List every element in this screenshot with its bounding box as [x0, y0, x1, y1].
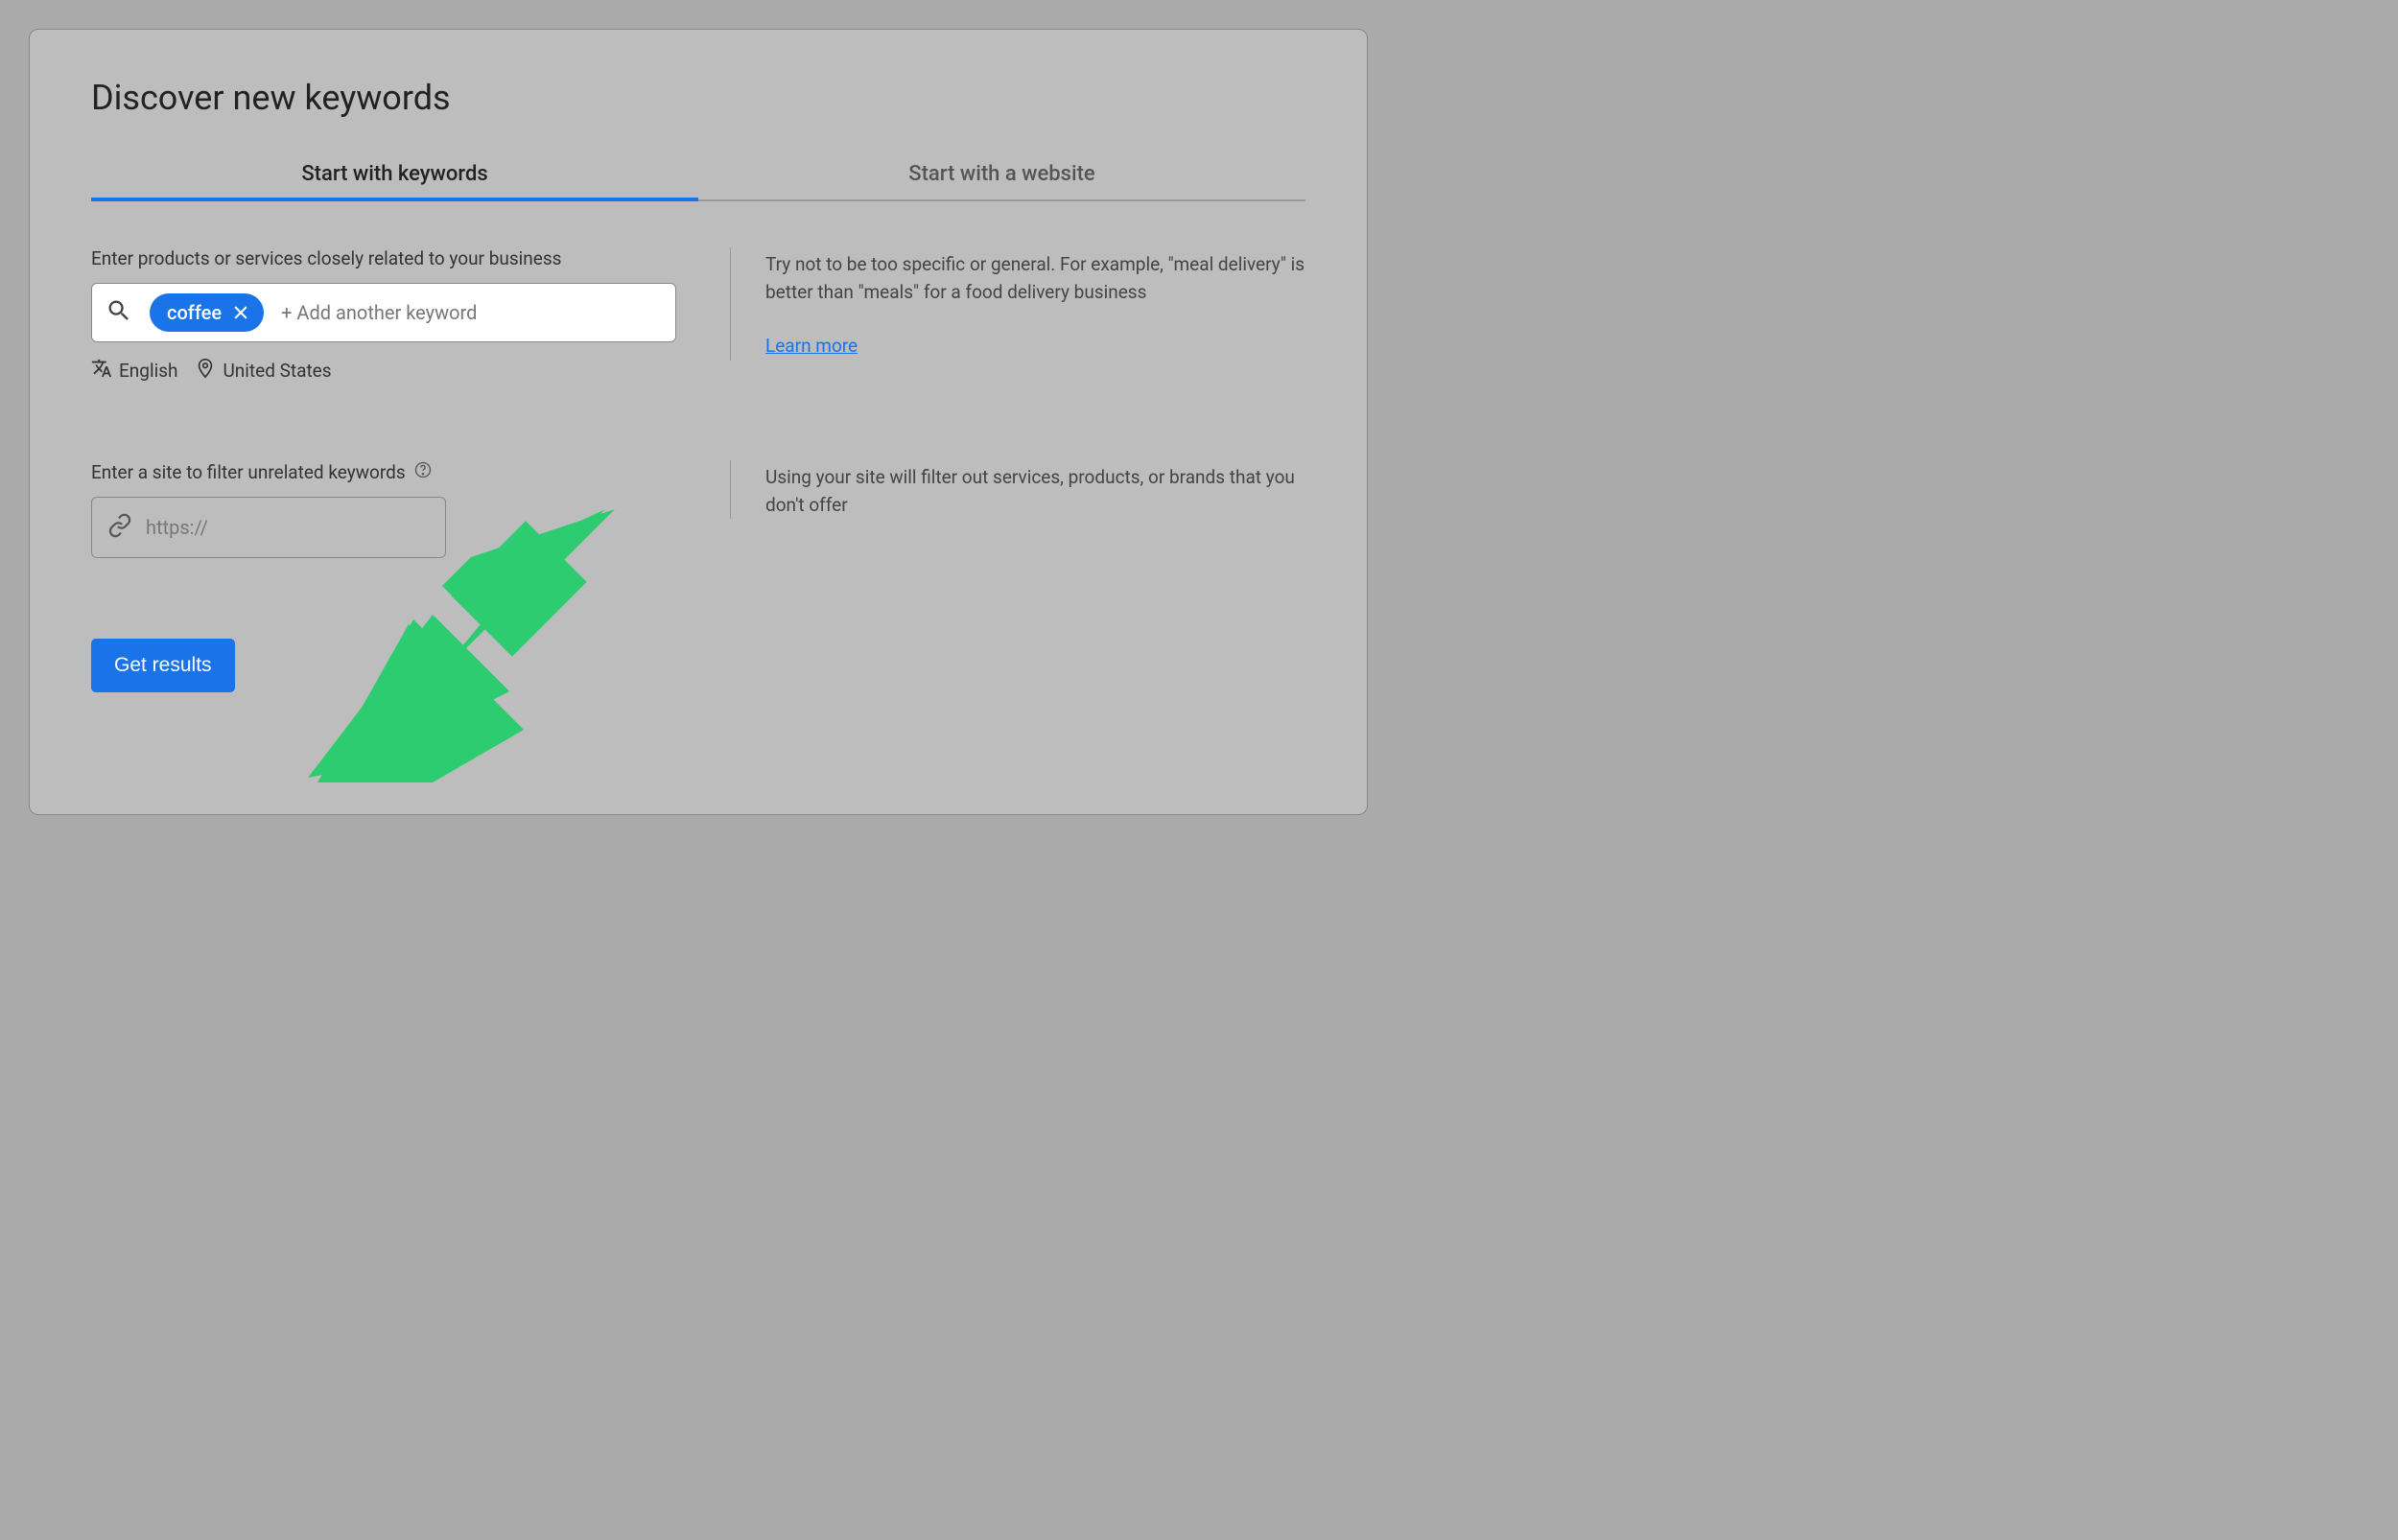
location-label: United States [223, 360, 331, 382]
site-row: Enter a site to filter unrelated keyword… [91, 460, 1305, 558]
link-icon [107, 513, 132, 542]
language-selector[interactable]: English [91, 358, 177, 384]
keyword-chip: coffee [150, 293, 264, 332]
keywords-row: Enter products or services closely relat… [91, 247, 1305, 384]
get-results-button[interactable]: Get results [91, 639, 235, 692]
tab-start-with-keywords[interactable]: Start with keywords [91, 149, 698, 199]
locale-row: English United States [91, 358, 676, 384]
remove-keyword-button[interactable] [231, 303, 250, 322]
translate-icon [91, 358, 112, 384]
site-url-input[interactable]: https:// [91, 497, 446, 558]
tab-start-with-website[interactable]: Start with a website [698, 149, 1305, 199]
location-pin-icon [195, 358, 216, 384]
language-label: English [119, 360, 177, 382]
site-url-placeholder: https:// [146, 516, 208, 539]
keywords-help-text: Try not to be too specific or general. F… [765, 251, 1305, 306]
site-filter-label: Enter a site to filter unrelated keyword… [91, 461, 406, 483]
keyword-chip-label: coffee [167, 301, 222, 324]
tabs: Start with keywords Start with a website [91, 149, 1305, 201]
discover-keywords-card: Discover new keywords Start with keyword… [29, 29, 1368, 815]
page-title: Discover new keywords [91, 78, 1305, 118]
keywords-help: Try not to be too specific or general. F… [730, 247, 1305, 361]
keyword-input[interactable]: coffee + Add another keyword [91, 283, 676, 342]
site-help: Using your site will filter out services… [730, 460, 1305, 519]
help-icon[interactable] [413, 460, 433, 483]
learn-more-link[interactable]: Learn more [765, 333, 858, 361]
location-selector[interactable]: United States [195, 358, 331, 384]
add-keyword-placeholder[interactable]: + Add another keyword [281, 301, 477, 324]
site-help-text: Using your site will filter out services… [765, 464, 1305, 519]
search-icon [106, 297, 132, 328]
keywords-label: Enter products or services closely relat… [91, 247, 676, 269]
